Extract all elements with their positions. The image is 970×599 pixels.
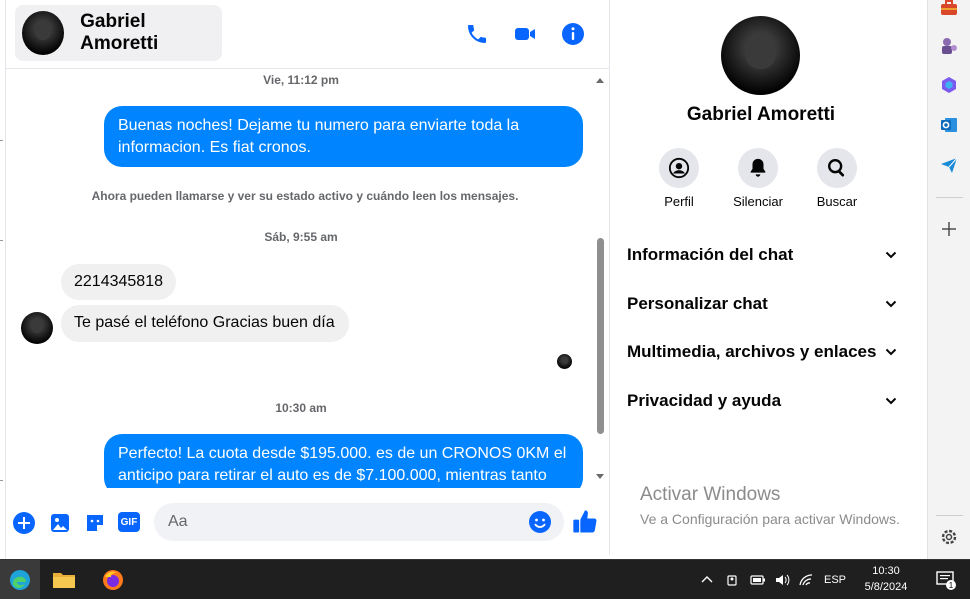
section-privacy-help[interactable]: Privacidad y ayuda	[627, 386, 897, 416]
watermark-subtitle: Ve a Configuración para activar Windows.	[640, 511, 900, 527]
section-chat-info[interactable]: Información del chat	[627, 240, 897, 270]
section-customize-chat[interactable]: Personalizar chat	[627, 289, 897, 319]
clock-time: 10:30	[872, 565, 900, 577]
clock-date: 5/8/2024	[864, 581, 908, 593]
timestamp: 10:30 am	[275, 401, 327, 415]
message-text: anticipo para retirar el auto es de $7.1…	[118, 467, 547, 484]
message-input[interactable]	[154, 503, 564, 541]
message-scrollbar[interactable]	[594, 78, 606, 486]
watermark-title: Activar Windows	[640, 484, 781, 505]
section-media-files[interactable]: Multimedia, archivos y enlaces	[627, 337, 897, 367]
settings-icon[interactable]	[939, 527, 959, 547]
contact-name: Gabriel Amoretti	[80, 11, 159, 54]
action-label: Buscar	[816, 194, 858, 209]
timestamp: Vie, 11:12 pm	[263, 73, 339, 87]
action-label: Silenciar	[733, 194, 783, 209]
browser-sidebar	[927, 0, 970, 559]
outgoing-message[interactable]: Buenas noches! Dejame tu numero para env…	[104, 106, 583, 167]
search-action[interactable]: Buscar	[802, 148, 872, 209]
scroll-down-arrow[interactable]	[596, 474, 604, 479]
activate-windows-watermark: Activar Windows Ve a Configuración para …	[640, 484, 900, 527]
search-icon	[828, 159, 845, 177]
sidebar-divider	[936, 197, 963, 198]
clock[interactable]: 10:30 5/8/2024	[846, 563, 926, 595]
section-label: Personalizar chat	[627, 294, 768, 313]
scroll-thumb[interactable]	[597, 238, 604, 434]
phone-icon[interactable]	[465, 22, 489, 46]
sticker-icon[interactable]	[83, 511, 107, 535]
message-list[interactable]: Vie, 11:12 pm Buenas noches! Dejame tu n…	[6, 70, 610, 488]
outgoing-message[interactable]: Perfecto! La cuota desde $195.000. es de…	[104, 434, 583, 488]
firefox-icon[interactable]	[93, 560, 133, 599]
screen: Gabriel Amoretti Vie, 11:12 pm Buenas no…	[0, 0, 970, 599]
file-explorer-icon[interactable]	[44, 560, 84, 599]
copilot-icon[interactable]	[939, 75, 959, 95]
profile-action[interactable]: Perfil	[644, 148, 714, 209]
sidebar-divider	[936, 515, 963, 516]
scroll-up-arrow[interactable]	[596, 78, 604, 83]
video-icon[interactable]	[513, 22, 537, 46]
contact-avatar	[22, 11, 65, 55]
outlook-icon[interactable]	[939, 115, 959, 135]
gif-button[interactable]: GIF	[118, 512, 140, 532]
wifi-icon[interactable]	[798, 573, 814, 587]
profile-avatar	[721, 16, 800, 95]
bell-icon	[750, 158, 766, 177]
sender-avatar	[21, 312, 53, 344]
add-icon[interactable]	[939, 219, 959, 239]
info-icon[interactable]	[561, 22, 585, 46]
plus-circle-icon[interactable]	[12, 511, 36, 535]
timestamp: Sáb, 9:55 am	[264, 230, 338, 244]
emoji-icon[interactable]	[528, 510, 552, 534]
meet-icon[interactable]	[726, 573, 740, 587]
profile-icon	[668, 157, 690, 179]
message-text: Buenas noches! Dejame tu numero para env…	[118, 117, 520, 134]
chat-header: Gabriel Amoretti	[6, 0, 610, 69]
system-message: Ahora pueden llamarse y ver su estado ac…	[91, 189, 519, 203]
chevron-down-icon	[885, 348, 897, 356]
mute-action[interactable]: Silenciar	[723, 148, 793, 209]
chevron-down-icon	[885, 251, 897, 259]
volume-icon[interactable]	[774, 573, 790, 587]
incoming-message[interactable]: 2214345818	[61, 264, 176, 300]
windows-taskbar: ESP 10:30 5/8/2024 1	[0, 559, 970, 599]
language-indicator[interactable]: ESP	[824, 574, 846, 586]
system-tray: ESP	[700, 560, 846, 599]
toolbox-icon[interactable]	[939, 0, 959, 18]
action-label: Perfil	[664, 194, 694, 209]
image-icon[interactable]	[48, 511, 72, 535]
edge-taskbar-icon[interactable]	[0, 560, 40, 599]
section-label: Información del chat	[627, 245, 794, 264]
message-text: Perfecto! La cuota desde $195.000. es de…	[118, 445, 567, 462]
chevron-up-icon[interactable]	[700, 573, 714, 587]
notifications-icon[interactable]: 1	[926, 560, 966, 599]
chevron-down-icon	[885, 300, 897, 308]
notification-count: 1	[949, 581, 954, 590]
incoming-message[interactable]: Te pasé el teléfono Gracias buen día	[61, 305, 349, 342]
send-icon[interactable]	[939, 155, 959, 175]
conversation-info-panel: Gabriel Amoretti Perfil Silenciar Buscar…	[611, 0, 927, 555]
message-text: informacion. Es fiat cronos.	[118, 139, 311, 156]
thumbs-up-icon[interactable]	[571, 508, 599, 536]
seen-indicator-avatar	[557, 354, 572, 369]
chevron-down-icon	[885, 397, 897, 405]
section-label: Multimedia, archivos y enlaces	[627, 342, 877, 361]
contact-chip[interactable]: Gabriel Amoretti	[15, 5, 222, 61]
profile-name: Gabriel Amoretti	[686, 104, 836, 125]
chat-panel: Gabriel Amoretti Vie, 11:12 pm Buenas no…	[6, 0, 610, 555]
section-label: Privacidad y ayuda	[627, 391, 782, 410]
battery-icon[interactable]	[750, 574, 766, 586]
games-icon[interactable]	[939, 36, 959, 56]
composer-bar: GIF	[6, 496, 610, 550]
